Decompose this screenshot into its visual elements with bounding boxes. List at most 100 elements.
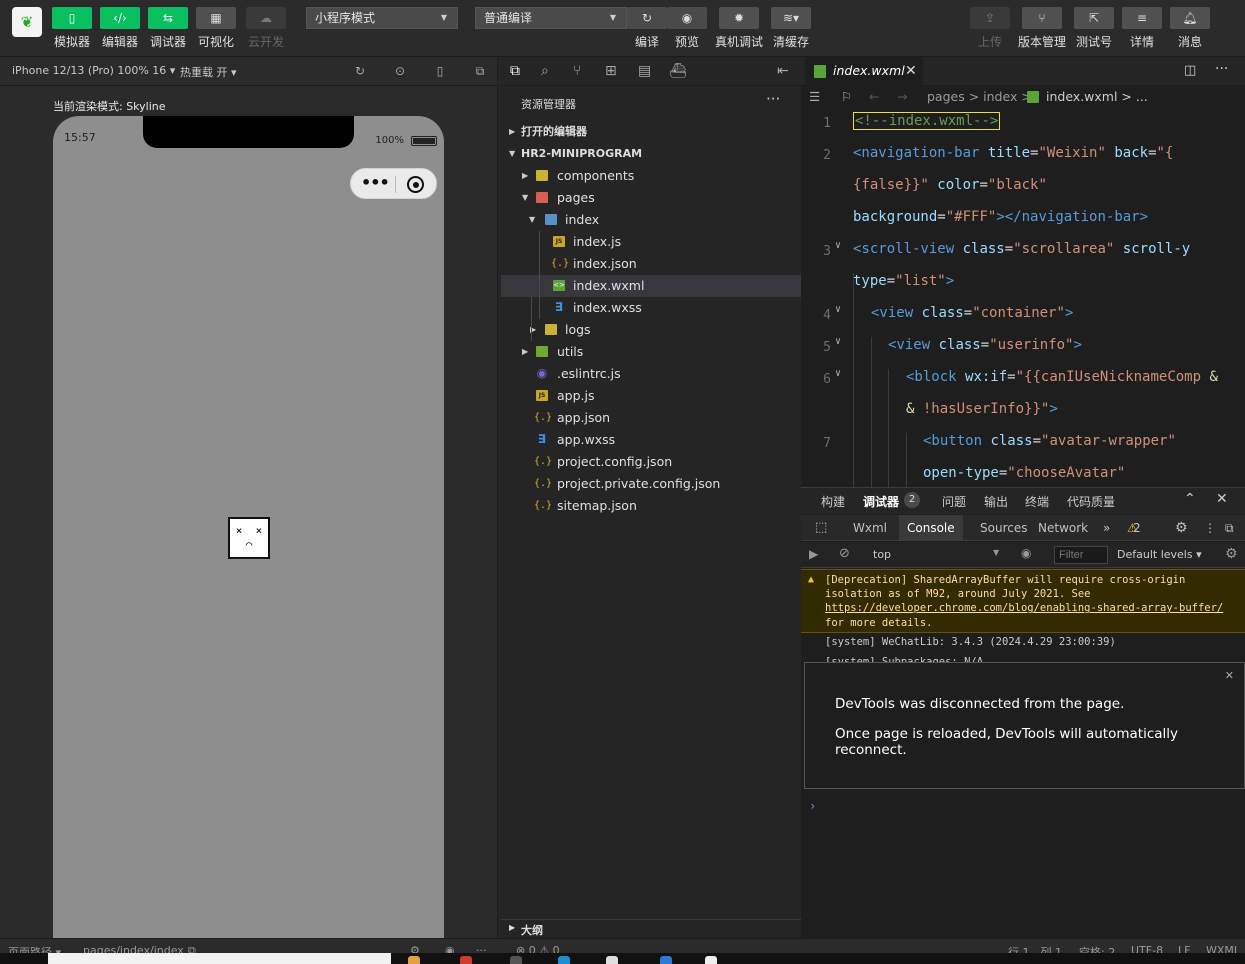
context-select[interactable]: top (873, 548, 891, 561)
fold-chevron-icon[interactable]: ∨ (835, 304, 841, 315)
warning-link[interactable]: https://developer.chrome.com/blog/enabli… (825, 602, 1223, 614)
compile-button[interactable]: ↻ (627, 7, 667, 29)
version-button[interactable]: ⑂ (1022, 7, 1062, 29)
source-control-icon[interactable]: ⑂ (573, 63, 581, 79)
tree-item-index-wxss[interactable]: ∃ index.wxss (501, 297, 801, 319)
debugger-toggle-button[interactable]: ⇆ (148, 7, 188, 29)
taskbar-app-icon[interactable] (705, 956, 717, 964)
tab-sources[interactable]: Sources (972, 515, 1035, 541)
outline-section[interactable]: ▶ 大纲 (501, 919, 801, 938)
search-icon[interactable]: ⌕ (541, 63, 549, 79)
log-levels-select[interactable]: Default levels ▾ (1117, 548, 1202, 561)
taskbar-app-icon[interactable] (558, 956, 570, 964)
popout-icon[interactable]: ⧉ (473, 64, 487, 78)
simulator-toggle-button[interactable]: ▯ (52, 7, 92, 29)
taskbar-app-icon[interactable] (510, 956, 522, 964)
tab-debugger[interactable]: 调试器 (863, 493, 899, 510)
dock-icon[interactable]: ⧉ (1217, 515, 1242, 541)
tree-item-index-wxml[interactable]: <> index.wxml (501, 275, 801, 297)
editor-toggle-button[interactable]: ‹/› (100, 7, 140, 29)
eye-icon[interactable]: ◉ (1021, 546, 1031, 560)
tab-build[interactable]: 构建 (821, 493, 845, 510)
breadcrumb-path[interactable]: pages > index > (927, 86, 1032, 108)
tab-output[interactable]: 输出 (984, 493, 1008, 510)
taskbar-app-icon[interactable] (606, 956, 618, 964)
storage-icon[interactable]: ▤ (638, 63, 651, 79)
tab-wxml[interactable]: Wxml (845, 515, 895, 541)
collapse-panel-icon[interactable]: ⇤ (777, 63, 789, 79)
close-icon[interactable]: ✕ (1216, 491, 1228, 507)
taskbar-app-icon[interactable] (460, 956, 472, 964)
details-button[interactable]: ≡ (1122, 7, 1162, 29)
tree-item-app-wxss[interactable]: ∃ app.wxss (501, 429, 801, 451)
sidebar-toggle-icon[interactable]: ▶ (809, 547, 818, 561)
fold-chevron-icon[interactable]: ∨ (835, 368, 841, 379)
more-tabs-icon[interactable]: » (1095, 515, 1118, 541)
tree-item-index-js[interactable]: JS index.js (501, 231, 801, 253)
list-icon[interactable]: ☰ (809, 86, 820, 108)
forward-arrow-icon[interactable]: → (897, 86, 907, 108)
taskbar-search-box[interactable] (48, 953, 391, 964)
chevron-up-icon[interactable]: ⌃ (1184, 491, 1196, 507)
close-target-icon[interactable] (407, 176, 424, 193)
upload-button[interactable]: ⇪ (970, 7, 1010, 29)
taskbar-app-icon[interactable] (660, 956, 672, 964)
tab-index-wxml[interactable]: index.wxml ✕ (805, 57, 923, 86)
more-icon[interactable]: ··· (766, 90, 780, 108)
close-icon[interactable]: ✕ (1225, 669, 1234, 682)
breadcrumb-file[interactable]: index.wxml > ... (1046, 86, 1148, 108)
phone-screen[interactable]: 15:57 100% ••• × × ⌒ (53, 116, 444, 938)
open-editors-section[interactable]: ▶ 打开的编辑器 (501, 121, 801, 143)
more-dots-icon[interactable]: ••• (361, 173, 390, 192)
hot-reload-select[interactable]: 热重载 开 ▾ (180, 64, 237, 80)
gear-icon[interactable]: ⚙ (1225, 546, 1238, 562)
tree-item-components[interactable]: ▶ components (501, 165, 801, 187)
tab-console[interactable]: Console (899, 515, 963, 541)
tree-item-eslintrc[interactable]: ◉ .eslintrc.js (501, 363, 801, 385)
clear-cache-button[interactable]: ≋▾ (771, 7, 811, 29)
extensions-icon[interactable]: ⊞ (605, 63, 617, 79)
console-prompt[interactable]: › (809, 799, 816, 813)
tree-item-utils[interactable]: ▶ utils (501, 341, 801, 363)
visual-toggle-button[interactable]: ▦ (196, 7, 236, 29)
back-arrow-icon[interactable]: ← (869, 86, 879, 108)
device-debug-button[interactable]: ✹ (719, 7, 759, 29)
tree-item-index-folder[interactable]: ▼ index (501, 209, 801, 231)
tree-item-pages[interactable]: ▼ pages (501, 187, 801, 209)
project-section[interactable]: ▼ HR2-MINIPROGRAM (501, 143, 801, 165)
inspect-icon[interactable]: ⬚ (807, 515, 835, 541)
tree-item-app-json[interactable]: {.} app.json (501, 407, 801, 429)
split-editor-icon[interactable]: ◫ (1184, 63, 1196, 78)
mode-select[interactable]: 小程序模式 ▼ (306, 7, 458, 29)
fold-chevron-icon[interactable]: ∨ (835, 240, 841, 251)
cloud-dev-button[interactable]: ☁ (246, 7, 286, 29)
preview-button[interactable]: ◉ (667, 7, 707, 29)
tab-issues[interactable]: 问题 (942, 493, 966, 510)
close-icon[interactable]: ✕ (905, 57, 917, 85)
tree-item-index-json[interactable]: {.} index.json (501, 253, 801, 275)
tab-code-quality[interactable]: 代码质量 (1067, 493, 1115, 510)
taskbar-app-icon[interactable] (408, 956, 420, 964)
app-logo-avatar[interactable]: ❦ (12, 7, 42, 37)
code-area[interactable]: 1 2 3 4 5 6 7 ∨ ∨ ∨ ∨ <!--index.wxml--> … (801, 108, 1245, 487)
tab-terminal[interactable]: 终端 (1025, 493, 1049, 510)
fold-chevron-icon[interactable]: ∨ (835, 336, 841, 347)
console-filter-input[interactable] (1054, 546, 1108, 564)
test-account-button[interactable]: ⇱ (1074, 7, 1114, 29)
tab-network[interactable]: Network (1030, 515, 1096, 541)
stop-icon[interactable]: ⊙ (393, 64, 407, 78)
bookmark-icon[interactable]: ⚐ (841, 86, 852, 108)
refresh-icon[interactable]: ↻ (353, 64, 367, 78)
tree-item-app-js[interactable]: JS app.js (501, 385, 801, 407)
device-select[interactable]: iPhone 12/13 (Pro) 100% 16 ▾ (12, 64, 175, 77)
clear-console-icon[interactable]: ⊘ (839, 546, 850, 561)
messages-button[interactable]: 🔔︎ (1170, 7, 1210, 29)
files-icon[interactable]: ⧉ (510, 63, 520, 79)
phone-icon[interactable]: ▯ (433, 64, 447, 78)
tree-item-project-config[interactable]: {.} project.config.json (501, 451, 801, 473)
tree-item-project-private-config[interactable]: {.} project.private.config.json (501, 473, 801, 495)
docker-icon[interactable]: ⛴ (669, 63, 687, 79)
gear-icon[interactable]: ⚙ (1167, 515, 1196, 541)
more-icon[interactable]: ··· (1215, 61, 1228, 77)
tree-item-sitemap[interactable]: {.} sitemap.json (501, 495, 801, 517)
